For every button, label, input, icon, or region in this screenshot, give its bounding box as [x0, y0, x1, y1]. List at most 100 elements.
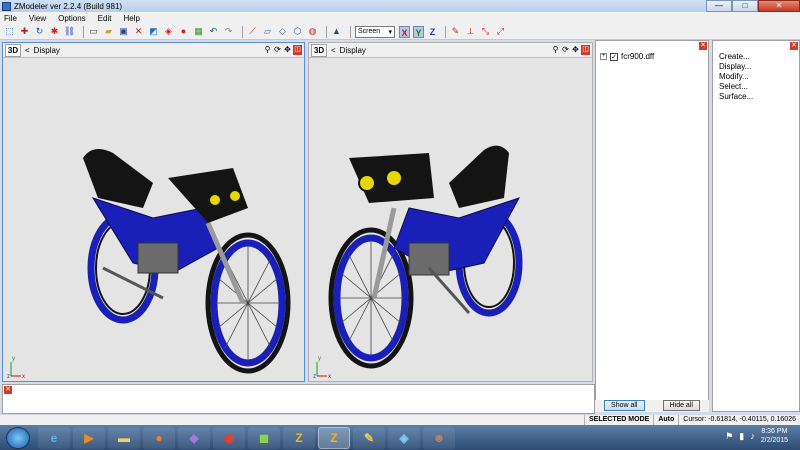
close-panel-icon[interactable]: ✕ — [4, 386, 12, 394]
new-file-icon[interactable]: ▭ — [88, 26, 99, 37]
ie-icon[interactable]: e — [38, 426, 70, 449]
command-surface[interactable]: Surface... — [719, 92, 753, 101]
volume-icon[interactable]: ♪ — [750, 431, 755, 441]
zoom-icon[interactable]: ⚲ — [263, 45, 272, 55]
bluestacks-icon[interactable]: ◼ — [248, 426, 280, 449]
gizmo-y-label: y — [318, 356, 321, 362]
window-controls: — □ ✕ — [706, 0, 800, 12]
hide-all-button[interactable]: Hide all — [662, 400, 700, 411]
media-player-icon[interactable]: ▶ — [73, 426, 105, 449]
viewport-canvas[interactable]: z y x — [309, 58, 592, 381]
start-button[interactable] — [6, 426, 30, 449]
motorbike-render-left: z y x — [7, 149, 291, 380]
viewport-display-label[interactable]: Display — [340, 46, 366, 55]
face-mode-icon[interactable]: ◇ — [277, 26, 288, 37]
gizmo-y-label: y — [12, 356, 15, 362]
game-icon[interactable]: ☻ — [423, 426, 455, 449]
select-tool-icon[interactable]: ⬚ — [4, 26, 15, 37]
show-all-button[interactable]: Show all — [604, 400, 645, 411]
redo-icon[interactable]: ↷ — [223, 26, 234, 37]
orbit-icon[interactable]: ⟳ — [561, 45, 570, 55]
scale-icon[interactable]: ⤢ — [495, 26, 506, 37]
maximize-viewport-icon[interactable]: ◫ — [293, 45, 302, 55]
visibility-checkbox[interactable]: ✓ — [610, 52, 618, 61]
object-mode-icon[interactable]: ◍ — [307, 26, 318, 37]
viewport-right[interactable]: 3D < Display ⚲ ⟳ ✥ ◫ z y x — [308, 42, 593, 382]
maximize-button[interactable]: □ — [732, 0, 758, 12]
tree-item-label[interactable]: fcr900.dff — [621, 52, 654, 61]
menu-help[interactable]: Help — [123, 14, 145, 23]
menu-view[interactable]: View — [29, 14, 52, 23]
delete-icon[interactable]: ✕ — [133, 26, 144, 37]
save-icon[interactable]: ▣ — [118, 26, 129, 37]
network-icon[interactable]: ▮ — [739, 431, 744, 442]
status-auto[interactable]: Auto — [653, 415, 678, 425]
console-panel[interactable]: ✕ — [2, 384, 595, 414]
viewport-nav-arrow[interactable]: < — [25, 46, 30, 55]
maximize-viewport-icon[interactable]: ◫ — [581, 45, 590, 55]
vertex-mode-icon[interactable]: ⟋ — [247, 26, 258, 37]
close-panel-icon[interactable]: ✕ — [790, 42, 798, 50]
figure-tool-icon[interactable]: ✱ — [49, 26, 60, 37]
import-icon[interactable]: ◩ — [148, 26, 159, 37]
view-triangle-icon[interactable]: ▲ — [331, 26, 342, 37]
coordinate-space-select[interactable]: Screen ▾ — [355, 25, 395, 38]
pan-icon[interactable]: ✥ — [571, 45, 580, 55]
command-select[interactable]: Select... — [719, 82, 748, 91]
viewport-header: 3D < Display ⚲ ⟳ ✥ ◫ — [309, 43, 592, 58]
axis-x-toggle[interactable]: X — [399, 25, 410, 38]
flag-icon[interactable]: ⚑ — [725, 431, 733, 442]
explorer-icon[interactable]: ▬ — [108, 426, 140, 449]
command-display[interactable]: Display... — [719, 62, 751, 71]
toolbar-separator — [350, 25, 351, 38]
gizmo-z-label: z — [313, 374, 316, 380]
viewport-display-label[interactable]: Display — [34, 46, 60, 55]
rotate-tool-icon[interactable]: ↻ — [34, 26, 45, 37]
firefox-icon[interactable]: ● — [143, 426, 175, 449]
clock[interactable]: 8:36 PM 2/2/2015 — [761, 427, 788, 445]
viewport-canvas[interactable]: z y x — [3, 58, 304, 381]
command-create[interactable]: Create... — [719, 52, 750, 61]
material-icon[interactable]: ▦ — [193, 26, 204, 37]
render-icon[interactable]: ● — [178, 26, 189, 37]
paint-icon[interactable]: ✎ — [353, 426, 385, 449]
export-icon[interactable]: ◈ — [163, 26, 174, 37]
pivot-icon[interactable]: ⤡ — [480, 26, 491, 37]
pan-icon[interactable]: ✥ — [283, 45, 292, 55]
window-title: ZModeler ver 2.2.4 (Build 981) — [14, 1, 123, 11]
axis-y-toggle[interactable]: Y — [413, 25, 424, 38]
menu-options[interactable]: Options — [58, 14, 92, 23]
poly-mode-icon[interactable]: ⬡ — [292, 26, 303, 37]
menu-file[interactable]: File — [4, 14, 23, 23]
zmodeler-running-icon[interactable]: Z — [318, 426, 350, 449]
status-mode: SELECTED MODE — [584, 415, 653, 425]
viewport-mode-button[interactable]: 3D — [5, 43, 21, 57]
menu-edit[interactable]: Edit — [98, 14, 118, 23]
visual-studio-icon[interactable]: ◆ — [178, 426, 210, 449]
close-button[interactable]: ✕ — [758, 0, 800, 12]
orbit-icon[interactable]: ⟳ — [273, 45, 282, 55]
tree-item[interactable]: + ✓ fcr900.dff — [600, 52, 654, 61]
game-launcher-icon[interactable]: ◈ — [388, 426, 420, 449]
chrome-icon[interactable]: ◉ — [213, 426, 245, 449]
clock-date: 2/2/2015 — [760, 437, 788, 444]
viewport-left[interactable]: 3D < Display ⚲ ⟳ ✥ ◫ z y x — [2, 42, 305, 382]
close-panel-icon[interactable]: ✕ — [699, 42, 707, 50]
undo-icon[interactable]: ↶ — [208, 26, 219, 37]
open-folder-icon[interactable]: ▰ — [103, 26, 114, 37]
edge-mode-icon[interactable]: ▱ — [262, 26, 273, 37]
chevron-down-icon: ▾ — [388, 28, 392, 36]
engine — [137, 242, 179, 274]
expand-icon[interactable]: + — [600, 53, 607, 60]
axis-z-toggle[interactable]: Z — [427, 26, 438, 38]
viewport-mode-button[interactable]: 3D — [311, 43, 327, 57]
command-modify[interactable]: Modify... — [719, 72, 749, 81]
viewport-nav-arrow[interactable]: < — [331, 46, 336, 55]
axis-gizmo-icon[interactable]: ⟂ — [465, 26, 476, 37]
move-tool-icon[interactable]: ✚ — [19, 26, 30, 37]
zmodeler-icon[interactable]: Z — [283, 426, 315, 449]
zoom-icon[interactable]: ⚲ — [551, 45, 560, 55]
minimize-button[interactable]: — — [706, 0, 732, 12]
snap-icon[interactable]: ✎ — [450, 26, 461, 37]
link-tool-icon[interactable]: ⛓ — [64, 26, 75, 37]
